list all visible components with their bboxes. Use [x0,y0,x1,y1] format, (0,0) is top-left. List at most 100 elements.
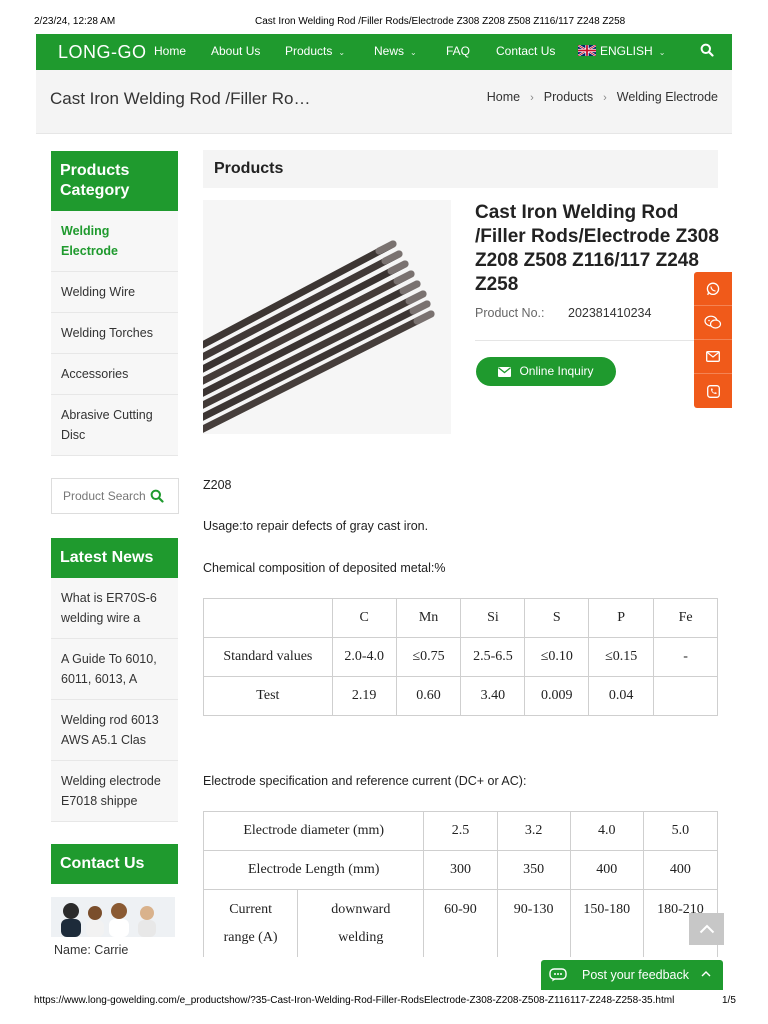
table-cell: Si [460,598,526,638]
sidebar-item-accessories[interactable]: Accessories [51,354,178,395]
online-inquiry-button[interactable]: Online Inquiry [476,357,616,386]
chevron-right-icon: › [530,92,534,104]
sidebar-item-welding-electrode[interactable]: Welding Electrode [51,211,178,272]
search-icon[interactable] [700,43,714,57]
print-title: Cast Iron Welding Rod /Filler Rods/Elect… [255,16,626,27]
table-cell: Standard values [203,637,333,677]
sidebar-item-abrasive-cutting-disc[interactable]: Abrasive Cutting Disc [51,395,178,456]
customer-service-image [51,897,175,937]
table-cell: 3.2 [496,811,571,851]
table-cell: ≤0.15 [588,637,655,677]
contact-name: Name: Carrie [54,943,129,957]
whatsapp-button[interactable] [694,272,732,306]
chevron-down-icon: ⌄ [338,48,346,57]
chevron-right-icon: › [603,92,607,104]
nav-faq[interactable]: FAQ [446,44,470,58]
table-cell: Mn [395,598,462,638]
product-search [51,478,179,514]
table-cell [653,676,718,716]
breadcrumb-products[interactable]: Products [544,90,593,104]
nav-about-us[interactable]: About Us [211,44,260,58]
news-item[interactable]: Welding electrode E7018 shippe [51,761,178,822]
nav-news[interactable]: News ⌄ [374,44,417,58]
table-cell: 150-180 [569,889,644,958]
breadcrumb-home[interactable]: Home [487,90,520,104]
email-button[interactable] [694,340,732,374]
contact-us-title: Contact Us [51,844,178,884]
nav-products-label: Products [285,44,333,58]
product-title: Cast Iron Welding Rod /Filler Rods/Elect… [475,202,719,295]
table-row: Electrode Length (mm) 300 350 400 400 [202,850,719,890]
table-cell: - [653,637,718,677]
product-category-title: Products Category [51,151,178,211]
top-navbar: LONG-GO Home About Us Products ⌄ News ⌄ FA… [36,34,732,70]
table-row: Standard values 2.0-4.0 ≤0.75 2.5-6.5 ≤0… [203,637,718,677]
table-cell: 60-90 [423,889,498,958]
phone-button[interactable] [694,374,732,408]
table-cell: Current range (A) [202,889,299,958]
news-item[interactable]: A Guide To 6010, 6011, 6013, A [51,639,178,700]
table-cell: 350 [496,850,571,890]
breadcrumb-welding-electrode[interactable]: Welding Electrode [617,90,718,104]
table-cell: Fe [653,598,718,638]
post-feedback-button[interactable]: Post your feedback [541,960,723,990]
table-cell: ≤0.75 [395,637,462,677]
table-cell: 400 [569,850,644,890]
product-search-input[interactable] [52,479,148,513]
site-logo[interactable]: LONG-GO [58,42,147,63]
electrode-spec-heading: Electrode specification and reference cu… [203,774,527,788]
news-item[interactable]: Welding rod 6013 AWS A5.1 Clas [51,700,178,761]
sidebar-item-welding-wire[interactable]: Welding Wire [51,272,178,313]
envelope-icon [498,367,512,377]
page-title: Cast Iron Welding Rod /Filler Ro… [50,89,311,108]
divider [475,340,718,341]
chevron-up-icon [699,924,714,934]
breadcrumb: Home › Products › Welding Electrode [487,90,718,104]
table-cell: 5.0 [642,811,719,851]
nav-news-label: News [374,44,405,58]
table-cell: 90-130 [496,889,571,958]
language-selector[interactable]: ENGLISH ⌄ [578,44,665,58]
chat-icon [549,968,567,982]
language-label: ENGLISH [600,44,653,58]
email-icon [706,351,720,362]
table-cell: 3.40 [460,676,526,716]
uk-flag-icon [578,45,596,56]
table-cell: Electrode Length (mm) [202,850,425,890]
wechat-button[interactable] [694,306,732,340]
table-cell: 0.04 [588,676,655,716]
table-cell: 2.19 [331,676,397,716]
back-to-top-button[interactable] [689,913,724,945]
nav-home[interactable]: Home [154,44,186,58]
wechat-icon [704,315,722,329]
product-number-label: Product No.: [475,306,545,320]
search-icon[interactable] [150,489,164,503]
table-cell [203,598,333,638]
nav-contact-us[interactable]: Contact Us [496,44,555,58]
table-row: Electrode diameter (mm) 2.5 3.2 4.0 5.0 [202,811,719,851]
latest-news-panel: Latest News What is ER70S-6 welding wire… [51,538,178,822]
chevron-up-icon [701,971,711,977]
table-cell: Electrode diameter (mm) [202,811,425,851]
table-cell: 2.0-4.0 [331,637,397,677]
contact-us-panel: Contact Us [51,844,178,884]
nav-products[interactable]: Products ⌄ [285,44,345,58]
floating-contact-bar [694,272,732,408]
chevron-down-icon: ⌄ [658,48,666,57]
product-usage: Usage:to repair defects of gray cast iro… [203,519,429,533]
product-image[interactable] [203,200,451,434]
table-cell: P [588,598,655,638]
table-cell: 0.60 [395,676,462,716]
table-cell: 400 [642,850,719,890]
table-row: Current range (A) downward welding 60-90… [202,889,719,958]
print-url: https://www.long-gowelding.com/e_product… [34,995,675,1006]
table-cell: 300 [423,850,498,890]
sidebar-item-welding-torches[interactable]: Welding Torches [51,313,178,354]
electrode-spec-table: Electrode diameter (mm) 2.5 3.2 4.0 5.0 … [202,811,719,958]
table-cell: S [524,598,590,638]
online-inquiry-label: Online Inquiry [519,364,594,378]
table-cell: ≤0.10 [524,637,590,677]
product-number: 202381410234 [568,306,652,320]
news-item[interactable]: What is ER70S-6 welding wire a [51,578,178,639]
print-header: 2/23/24, 12:28 AM Cast Iron Welding Rod … [0,0,768,34]
